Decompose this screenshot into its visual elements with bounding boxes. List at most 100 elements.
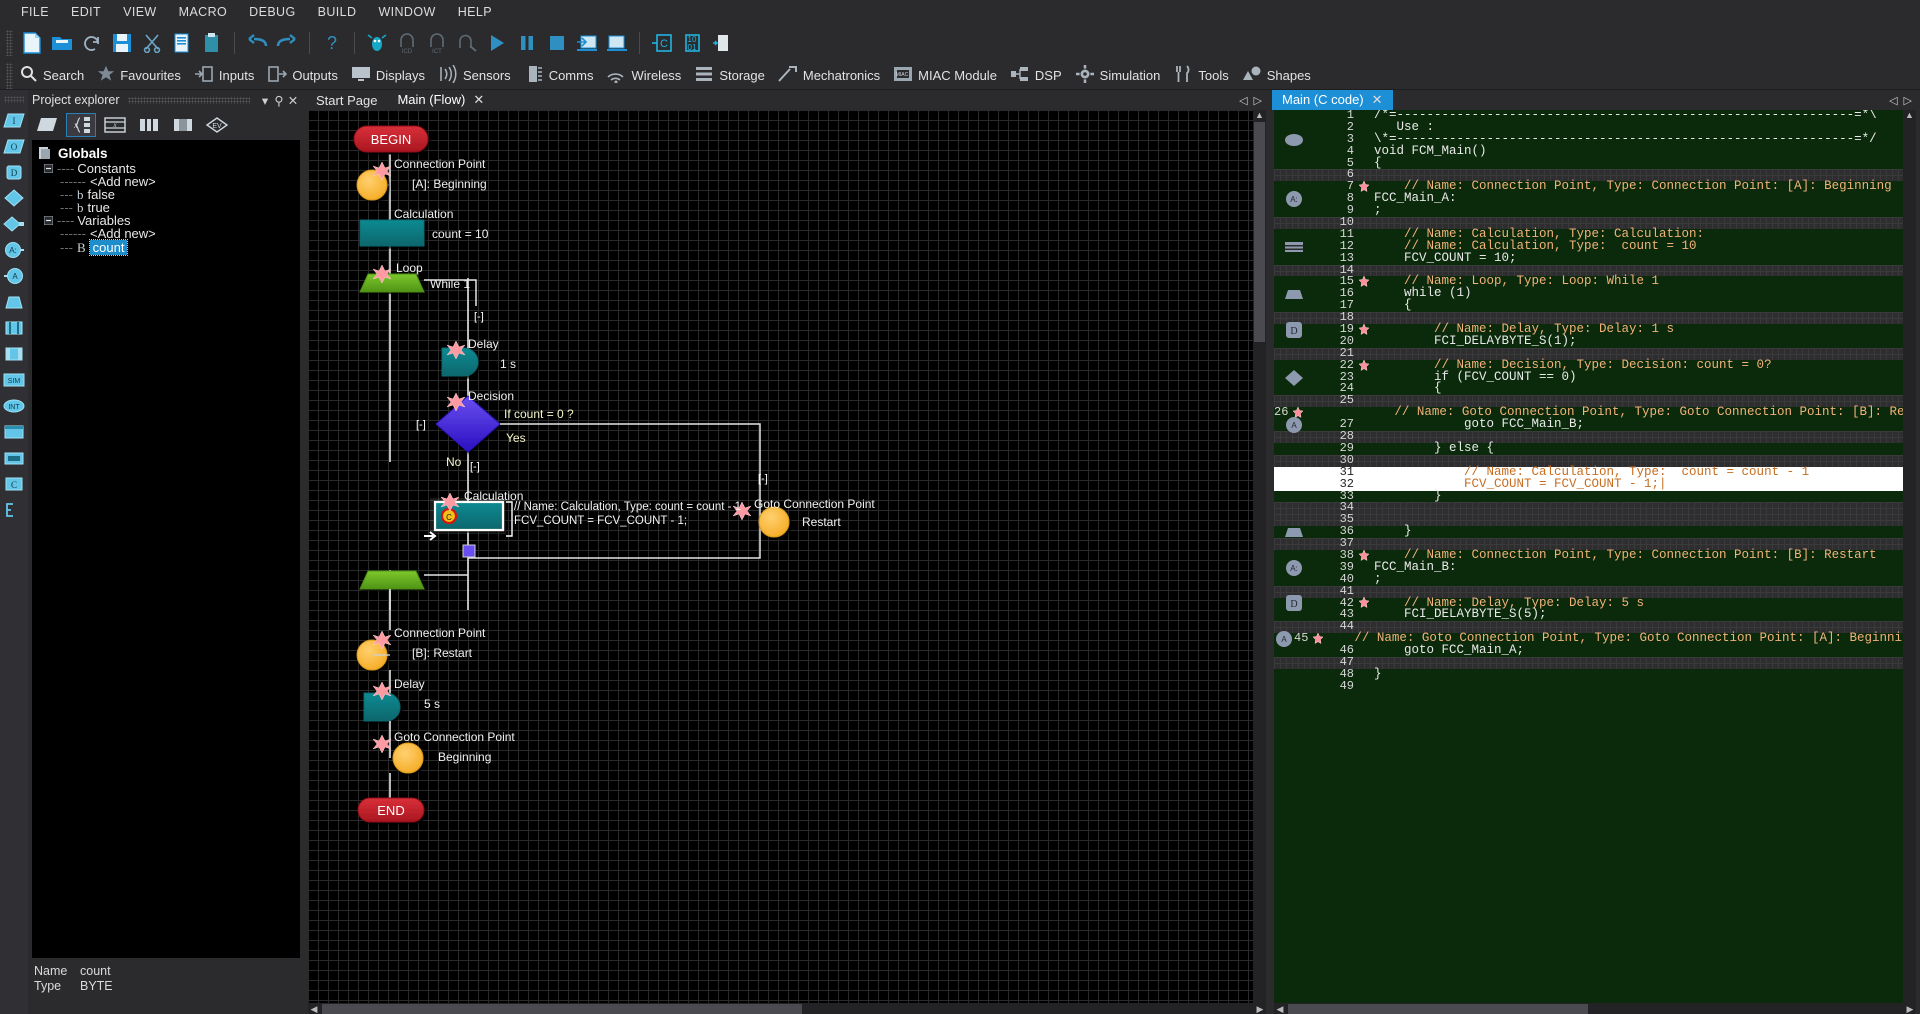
canvas-horizontal-scrollbar[interactable]: ◀ ▶	[308, 1003, 1266, 1014]
tree-item-count[interactable]: --- B count	[32, 239, 300, 256]
code-line[interactable]: A 27 goto FCC_Main_B;	[1274, 417, 1903, 434]
scroll-left-icon[interactable]: ◁	[1889, 94, 1897, 107]
menu-item-build[interactable]: BUILD	[307, 2, 368, 22]
tree-root-globals[interactable]: Globals	[32, 144, 300, 162]
code-line[interactable]: 1/*=------------------------------------…	[1274, 110, 1903, 122]
code-line[interactable]: 28	[1274, 430, 1903, 443]
explorer-tab-macros[interactable]	[134, 113, 164, 137]
category-search[interactable]: Search	[16, 63, 93, 88]
category-simulation[interactable]: Simulation	[1071, 63, 1170, 88]
code-line[interactable]: 3 \*=------------------------------------…	[1274, 133, 1903, 146]
scroll-right-icon[interactable]: ▶	[1254, 1004, 1266, 1014]
category-bar-grip[interactable]	[6, 62, 13, 89]
code-line[interactable]: 46 goto FCC_Main_A;	[1274, 644, 1903, 657]
redo-arrow-icon[interactable]	[273, 29, 301, 57]
scroll-thumb[interactable]	[322, 1004, 802, 1014]
code-line[interactable]: 40;	[1274, 573, 1903, 586]
step-into-icon[interactable]	[573, 29, 601, 57]
code-line[interactable]: 9;	[1274, 204, 1903, 217]
explorer-tab-panel[interactable]	[32, 113, 62, 137]
flowchart-canvas[interactable]: BEGIN Connection Point [A]: Beginning Ca…	[308, 110, 1266, 1003]
category-inputs[interactable]: Inputs	[190, 63, 263, 88]
code-line[interactable]: 15 // Name: Loop, Type: Loop: While 1	[1274, 275, 1903, 288]
code-lines-container[interactable]: 1/*=------------------------------------…	[1274, 110, 1903, 1003]
code-line[interactable]: 49	[1274, 680, 1903, 693]
code-line[interactable]: 22 // Name: Decision, Type: Decision: co…	[1274, 359, 1903, 372]
new-file-icon[interactable]	[18, 29, 46, 57]
explorer-tab-variables[interactable]: x	[66, 113, 96, 137]
collapse-minus-icon[interactable]	[44, 216, 53, 225]
sidebar-grip[interactable]	[4, 96, 24, 103]
dropdown-icon[interactable]: ▾	[258, 93, 272, 108]
canvas-vertical-scrollbar[interactable]: ▲	[1253, 110, 1266, 1003]
explorer-tab-properties[interactable]	[168, 113, 198, 137]
flow-node-goto-b[interactable]	[758, 506, 790, 538]
code-line[interactable]: 20 FCI_DELAYBYTE_S(1);	[1274, 335, 1903, 348]
close-icon[interactable]: ✕	[1372, 92, 1383, 107]
scroll-right-icon[interactable]: ▷	[1904, 94, 1912, 107]
category-outputs[interactable]: Outputs	[263, 63, 347, 88]
code-line[interactable]: A: 8 FCC_Main_A:	[1274, 191, 1903, 208]
code-line[interactable]: 23 if (FCV_COUNT == 0)	[1274, 369, 1903, 386]
category-favourites[interactable]: Favourites	[93, 63, 190, 88]
close-icon[interactable]: ✕	[286, 93, 300, 108]
explorer-tab-ev[interactable]: EV	[202, 113, 232, 137]
globals-tree[interactable]: Globals ---- Constants ------ <Add new> …	[32, 140, 300, 958]
scroll-up-icon[interactable]: ▲	[1253, 110, 1266, 120]
connection-point-a-icon[interactable]: A:	[2, 238, 26, 262]
step-over-icon[interactable]	[603, 29, 631, 57]
flow-marker-square[interactable]	[462, 544, 476, 558]
code-line[interactable]: D 42 // Name: Delay, Type: Delay: 5 s	[1274, 595, 1903, 612]
interrupt-icon[interactable]: INT	[2, 394, 26, 418]
compile-hex-icon[interactable]: 10 01	[678, 29, 706, 57]
save-icon[interactable]	[108, 29, 136, 57]
code-line[interactable]: 43 FCI_DELAYBYTE_S(5);	[1274, 608, 1903, 621]
sim-icon[interactable]: SIM	[2, 368, 26, 392]
code-line[interactable]: 47	[1274, 656, 1903, 669]
menu-item-view[interactable]: VIEW	[112, 2, 168, 22]
input-icon[interactable]: I	[2, 108, 26, 132]
code-vertical-scrollbar[interactable]: ▲	[1903, 110, 1916, 1003]
open-folder-icon[interactable]	[48, 29, 76, 57]
scroll-right-icon[interactable]: ▶	[1904, 1004, 1916, 1014]
tab-main-flow[interactable]: Main (Flow) ✕	[387, 90, 494, 110]
code-line[interactable]: 34	[1274, 501, 1903, 515]
flow-node-goto-a[interactable]	[392, 742, 424, 774]
category-comms[interactable]: Comms	[520, 63, 603, 88]
debug-bug-icon[interactable]	[363, 29, 391, 57]
menu-item-window[interactable]: WINDOW	[367, 2, 446, 22]
cut-scissors-icon[interactable]	[138, 29, 166, 57]
compile-c-icon[interactable]: C	[648, 29, 676, 57]
loop-icon[interactable]	[2, 290, 26, 314]
goto-connection-a-icon[interactable]: A	[2, 264, 26, 288]
code-line[interactable]: 38 // Name: Connection Point, Type: Conn…	[1274, 549, 1903, 562]
menu-item-help[interactable]: HELP	[447, 2, 503, 22]
flow-node-calculation-1[interactable]	[359, 219, 425, 247]
code-line[interactable]: 17 {	[1274, 299, 1903, 312]
decision-diamond-icon[interactable]	[2, 186, 26, 210]
close-icon[interactable]: ✕	[473, 92, 484, 107]
scroll-thumb[interactable]	[1288, 1004, 1588, 1014]
pause-icon[interactable]	[513, 29, 541, 57]
macro-icon[interactable]	[2, 420, 26, 444]
code-line[interactable]: 24 {	[1274, 382, 1903, 395]
code-line[interactable]: 26 // Name: Goto Connection Point, Type:…	[1274, 406, 1903, 419]
code-line[interactable]: 36 }	[1274, 525, 1903, 538]
code-line[interactable]: D 19 // Name: Delay, Type: Delay: 1 s	[1274, 321, 1903, 338]
flow-node-decision[interactable]	[435, 395, 501, 453]
copy-icon[interactable]	[168, 29, 196, 57]
scroll-up-icon[interactable]: ▲	[1903, 110, 1916, 120]
paste-icon[interactable]	[198, 29, 226, 57]
decision-d-icon[interactable]: D	[2, 160, 26, 184]
tree-item-add-variable[interactable]: ------ <Add new>	[32, 226, 300, 241]
undo-arrow-icon[interactable]	[243, 29, 271, 57]
flow-node-loop-end[interactable]	[359, 570, 425, 590]
tab-start-page[interactable]: Start Page	[306, 91, 387, 110]
project-options-icon[interactable]	[708, 29, 736, 57]
ict-ghost-icon[interactable]: ICT	[423, 29, 451, 57]
code-line[interactable]: 13 FCV_COUNT = 10;	[1274, 251, 1903, 265]
category-dsp[interactable]: DSP	[1006, 63, 1071, 88]
category-shapes[interactable]: Shapes	[1238, 63, 1320, 88]
toolbar-grip[interactable]	[6, 30, 13, 56]
scroll-left-icon[interactable]: ◁	[1239, 94, 1247, 107]
